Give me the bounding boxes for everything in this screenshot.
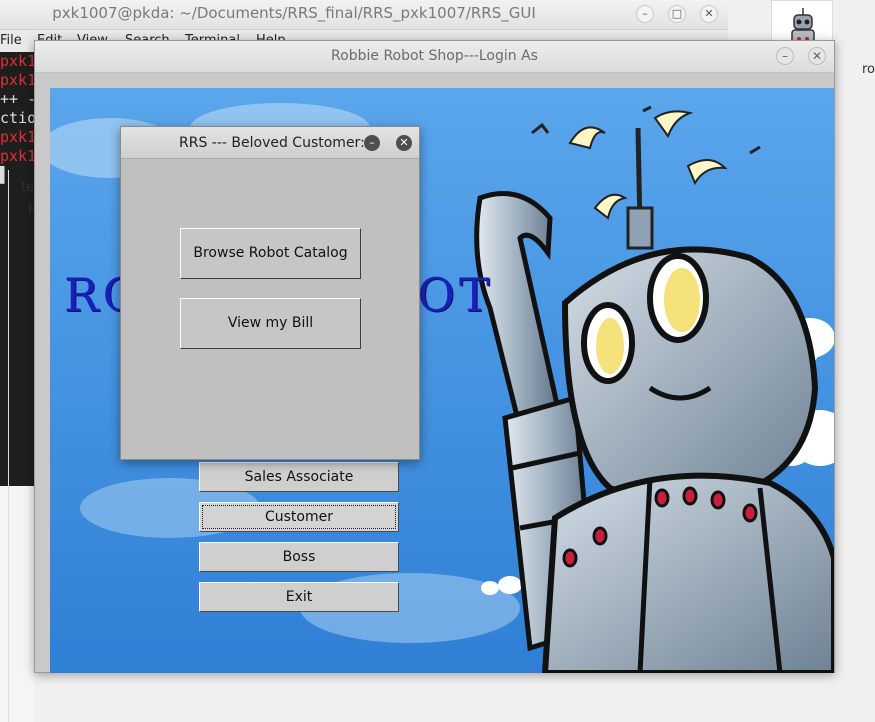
login-window-title: Robbie Robot Shop---Login As <box>331 48 538 64</box>
terminal-titlebar[interactable]: pxk1007@pkda: ~/Documents/RRS_final/RRS_… <box>0 0 728 30</box>
menu-file[interactable]: File <box>0 33 22 48</box>
browse-catalog-button[interactable]: Browse Robot Catalog <box>180 228 361 279</box>
customer-dialog-title: RRS --- Beloved Customer: <box>179 135 365 151</box>
customer-dialog: RRS --- Beloved Customer: – ✕ Browse Rob… <box>120 126 420 460</box>
boss-button[interactable]: Boss <box>199 542 399 572</box>
customer-button[interactable]: Customer <box>199 502 399 532</box>
terminal-line: ++ - <box>0 90 34 108</box>
login-window-titlebar[interactable]: Robbie Robot Shop---Login As – ✕ <box>35 41 834 73</box>
terminal-line: pxk10 <box>0 128 34 146</box>
terminal-divider <box>8 170 34 722</box>
maximize-icon[interactable]: □ <box>668 5 686 23</box>
close-icon[interactable]: ✕ <box>396 135 412 151</box>
exit-button[interactable]: Exit <box>199 582 399 612</box>
minimize-icon[interactable]: – <box>776 47 794 65</box>
customer-dialog-titlebar[interactable]: RRS --- Beloved Customer: – ✕ <box>121 127 419 159</box>
minimize-icon[interactable]: – <box>364 135 380 151</box>
desktop-icon-label: ro <box>862 62 875 77</box>
close-icon[interactable]: ✕ <box>700 5 718 23</box>
terminal-line: pxk10 <box>0 52 34 70</box>
close-icon[interactable]: ✕ <box>808 47 826 65</box>
terminal-fragment: te <box>21 180 35 195</box>
terminal-line: pxk10 <box>0 147 34 165</box>
terminal-title: pxk1007@pkda: ~/Documents/RRS_final/RRS_… <box>52 4 536 22</box>
sales-associate-button[interactable]: Sales Associate <box>199 462 399 492</box>
view-bill-button[interactable]: View my Bill <box>180 298 361 349</box>
minimize-icon[interactable]: – <box>636 5 654 23</box>
terminal-line: ctio <box>0 109 34 127</box>
terminal-line: pxk10 <box>0 71 34 89</box>
